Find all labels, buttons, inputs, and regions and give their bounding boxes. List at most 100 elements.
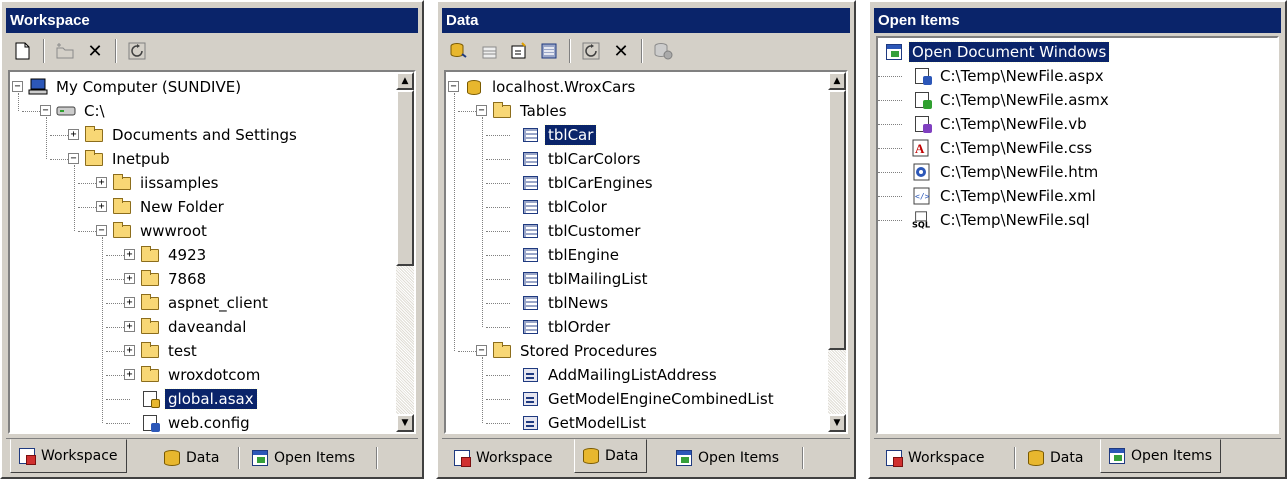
table-icon xyxy=(520,198,540,216)
data-tab-icon xyxy=(583,448,599,464)
tree-node[interactable]: iissamples xyxy=(112,171,222,195)
tree-node[interactable]: Stored Procedures xyxy=(492,339,660,363)
expand-toggle[interactable]: + xyxy=(124,297,135,308)
workspace-tab-icon xyxy=(886,450,903,467)
tree-node[interactable]: tblCustomer xyxy=(520,219,643,243)
open-items-tree[interactable]: Open Document Windows C:\Temp\NewFile.asp… xyxy=(876,36,1279,434)
tree-node[interactable]: My Computer (SUNDIVE) xyxy=(28,75,244,99)
data-tree[interactable]: − localhost.WroxCars − Tables tblCar tblCarCo… xyxy=(444,70,848,434)
refresh-icon[interactable] xyxy=(578,38,604,64)
collapse-toggle[interactable]: − xyxy=(476,105,487,116)
tree-node-label: 7868 xyxy=(168,270,207,288)
delete-icon[interactable]: ✕ xyxy=(82,38,108,64)
scroll-thumb[interactable] xyxy=(828,90,846,350)
tree-node[interactable]: New Folder xyxy=(112,195,227,219)
scroll-up-button[interactable]: ▲ xyxy=(396,72,414,90)
expand-toggle[interactable]: + xyxy=(96,177,107,188)
tree-node[interactable]: tblEngine xyxy=(520,243,622,267)
tab-open-items[interactable]: Open Items xyxy=(244,443,363,473)
disconnect-icon[interactable] xyxy=(650,38,676,64)
scroll-up-button[interactable]: ▲ xyxy=(828,72,846,90)
tab-open-items[interactable]: Open Items xyxy=(1100,439,1222,473)
tree-node[interactable]: C:\Temp\NewFile.vb xyxy=(912,112,1090,136)
tab-workspace[interactable]: Workspace xyxy=(446,443,561,473)
collapse-toggle[interactable]: − xyxy=(68,153,79,164)
tree-node[interactable]: tblNews xyxy=(520,291,611,315)
tree-node[interactable]: 7868 xyxy=(140,267,209,291)
new-file-icon[interactable] xyxy=(10,38,36,64)
new-folder-icon[interactable] xyxy=(52,38,78,64)
scroll-thumb[interactable] xyxy=(396,90,414,266)
tree-node[interactable]: global.asax xyxy=(140,387,258,411)
tree-node[interactable]: Open Document Windows xyxy=(884,40,1111,64)
tree-node[interactable]: web.config xyxy=(140,411,253,432)
workspace-tree[interactable]: − My Computer (SUNDIVE) − C:\ + Documents and… xyxy=(8,70,416,434)
expand-toggle[interactable]: + xyxy=(124,249,135,260)
tab-open-items[interactable]: Open Items xyxy=(668,443,787,473)
tree-node[interactable]: tblMailingList xyxy=(520,267,650,291)
vertical-scrollbar[interactable]: ▲ ▼ xyxy=(828,72,846,432)
folder-icon xyxy=(112,197,132,216)
collapse-toggle[interactable]: − xyxy=(12,81,23,92)
tree-node[interactable]: C:\ xyxy=(56,99,108,123)
tree-node[interactable]: C:\Temp\NewFile.aspx xyxy=(912,64,1107,88)
tree-node-label: My Computer (SUNDIVE) xyxy=(56,78,242,96)
tree-node[interactable]: Inetpub xyxy=(84,147,173,171)
tree-node[interactable]: tblCar xyxy=(520,123,598,147)
tree-node[interactable]: Tables xyxy=(492,99,570,123)
expand-toggle[interactable]: + xyxy=(96,201,107,212)
tab-data[interactable]: Data xyxy=(156,443,227,473)
tree-node[interactable]: daveandal xyxy=(140,315,249,339)
tree-node[interactable]: tblOrder xyxy=(520,315,613,339)
collapse-toggle[interactable]: − xyxy=(448,81,459,92)
tree-node[interactable]: wroxdotcom xyxy=(140,363,263,387)
vertical-scrollbar[interactable]: ▲ ▼ xyxy=(396,72,414,432)
new-procedure-icon[interactable] xyxy=(506,38,532,64)
tree-node[interactable]: </> C:\Temp\NewFile.xml xyxy=(912,184,1099,208)
delete-icon[interactable]: ✕ xyxy=(608,38,634,64)
new-table-icon[interactable] xyxy=(476,38,502,64)
tree-node[interactable]: aspnet_client xyxy=(140,291,271,315)
refresh-icon[interactable] xyxy=(124,38,150,64)
tree-node[interactable]: C:\Temp\NewFile.htm xyxy=(912,160,1101,184)
collapse-toggle[interactable]: − xyxy=(40,105,51,116)
tree-node[interactable]: A C:\Temp\NewFile.css xyxy=(912,136,1095,160)
tree-node[interactable]: Documents and Settings xyxy=(84,123,300,147)
tree-node-label: C:\Temp\NewFile.sql xyxy=(940,211,1090,229)
tree-node[interactable]: C:\Temp\NewFile.asmx xyxy=(912,88,1112,112)
tree-node[interactable]: GetModelList xyxy=(520,411,649,432)
folder-icon xyxy=(140,269,160,288)
tab-workspace[interactable]: Workspace xyxy=(10,439,127,473)
tree-node[interactable]: tblCarColors xyxy=(520,147,643,171)
folder-icon xyxy=(112,221,132,240)
tab-data[interactable]: Data xyxy=(1020,443,1091,473)
tree-node[interactable]: 4923 xyxy=(140,243,209,267)
tree-node[interactable]: tblColor xyxy=(520,195,610,219)
tree-node[interactable]: wwwroot xyxy=(112,219,210,243)
tab-workspace[interactable]: Workspace xyxy=(878,443,993,473)
tree-node[interactable]: test xyxy=(140,339,200,363)
scroll-down-button[interactable]: ▼ xyxy=(828,414,846,432)
collapse-toggle[interactable]: − xyxy=(96,225,107,236)
expand-toggle[interactable]: + xyxy=(124,321,135,332)
tree-node[interactable]: localhost.WroxCars xyxy=(464,75,638,99)
tree-node[interactable]: GetModelEngineCombinedList xyxy=(520,387,777,411)
tab-data[interactable]: Data xyxy=(574,439,648,473)
expand-toggle[interactable]: + xyxy=(124,345,135,356)
collapse-toggle[interactable]: − xyxy=(476,345,487,356)
tree-connector xyxy=(878,220,902,221)
asax-file-icon xyxy=(140,390,160,408)
expand-toggle[interactable]: + xyxy=(124,273,135,284)
tree-node[interactable]: AddMailingListAddress xyxy=(520,363,720,387)
tree-node[interactable]: SQL C:\Temp\NewFile.sql xyxy=(912,208,1093,232)
drive-icon xyxy=(56,102,76,120)
scroll-down-button[interactable]: ▼ xyxy=(396,414,414,432)
add-connection-icon[interactable] xyxy=(446,38,472,64)
tree-node[interactable]: tblCarEngines xyxy=(520,171,656,195)
expand-toggle[interactable]: + xyxy=(68,129,79,140)
tree-node-label: tblCar xyxy=(543,124,598,146)
tree-connector xyxy=(106,423,130,424)
table-view-icon[interactable] xyxy=(536,38,562,64)
expand-toggle[interactable]: + xyxy=(124,369,135,380)
svg-text:A: A xyxy=(915,141,925,156)
